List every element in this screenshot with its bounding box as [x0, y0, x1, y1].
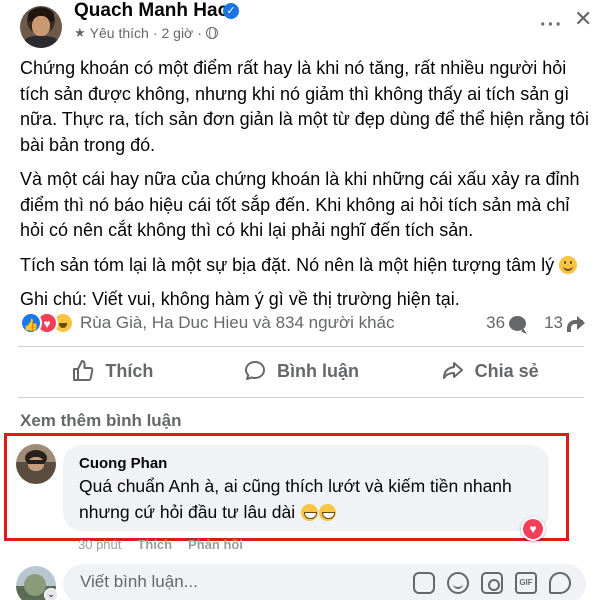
chevron-down-icon[interactable]: ⌄ — [44, 588, 58, 600]
commenter-avatar[interactable] — [16, 444, 56, 484]
comment-meta: 30 phút Thích Phản hồi — [78, 537, 243, 552]
post-paragraph: Chứng khoán có một điểm rất hay là khi n… — [20, 58, 589, 155]
post-actions: Thích Bình luận Chia sẻ — [18, 350, 584, 392]
globe-icon — [205, 26, 218, 39]
comment-text: Quá chuẩn Anh à, ai cũng thích lướt và k… — [79, 473, 539, 525]
comment-icon — [245, 361, 265, 380]
close-icon[interactable]: ✕ — [574, 6, 592, 32]
comment-button-label: Bình luận — [277, 360, 359, 381]
comment-author[interactable]: Cuong Phan — [79, 455, 167, 472]
comment-text-body: Quá chuẩn Anh à, ai cũng thích lướt và k… — [79, 476, 512, 522]
comment-input-placeholder: Viết bình luận... — [80, 572, 198, 591]
avatar-sticker-icon[interactable] — [413, 572, 435, 594]
see-more-comments-link[interactable]: Xem thêm bình luận — [20, 411, 182, 431]
gif-icon[interactable]: GIF — [515, 572, 537, 594]
composer-tools: GIF — [413, 572, 571, 594]
divider — [18, 346, 584, 347]
author-name[interactable]: Quach Manh Hao — [74, 0, 229, 22]
post-paragraph-text: Tích sản tóm lại là một sự bịa đặt. Nó n… — [20, 254, 555, 275]
like-button[interactable]: Thích — [18, 350, 207, 392]
reactions-bar: 👍 ♥ Rùa Già, Ha Duc Hieu và 834 người kh… — [20, 310, 585, 336]
comment-button[interactable]: Bình luận — [207, 350, 396, 392]
post-time[interactable]: 2 giờ — [161, 25, 193, 41]
share-button-label: Chia sẻ — [474, 360, 539, 381]
comment-count[interactable]: 36 — [486, 313, 527, 333]
camera-icon[interactable] — [481, 572, 503, 594]
engagement-counts: 36 13 — [486, 313, 585, 333]
verified-badge-icon: ✓ — [223, 3, 239, 19]
smile-emoji-icon — [559, 255, 578, 274]
thumbs-up-icon — [73, 360, 94, 381]
star-icon: ★ — [74, 25, 86, 40]
heart-icon: ♥ — [523, 519, 543, 539]
grin-emoji-icon — [301, 504, 318, 521]
emoji-icon[interactable] — [447, 572, 469, 594]
grin-emoji-icon — [319, 504, 336, 521]
post-paragraph: Và một cái hay nữa của chứng khoán là kh… — [20, 169, 580, 240]
comment-reply-link[interactable]: Phản hồi — [188, 537, 243, 552]
post-paragraph: Tích sản tóm lại là một sự bịa đặt. Nó n… — [20, 253, 590, 279]
reaction-names[interactable]: Rùa Già, Ha Duc Hieu và 834 người khác — [80, 313, 395, 333]
reaction-icons[interactable]: 👍 ♥ — [20, 312, 74, 334]
meta-separator: · — [152, 25, 158, 41]
divider — [18, 397, 584, 398]
post-meta: ★ Yêu thích · 2 giờ · — [74, 25, 218, 41]
post-header: Quach Manh Hao ✓ ★ Yêu thích · 2 giờ · ·… — [0, 0, 600, 50]
meta-separator-2: · — [197, 25, 202, 41]
favorite-label: Yêu thích — [89, 25, 149, 41]
post-paragraph: Ghi chú: Viết vui, không hàm ý gì về thị… — [20, 289, 460, 309]
comment-count-value: 36 — [486, 313, 506, 332]
like-reaction-icon: 👍 — [20, 312, 42, 334]
share-icon — [442, 362, 463, 379]
share-count-value: 13 — [544, 313, 563, 332]
share-arrow-icon — [567, 316, 585, 332]
like-button-label: Thích — [105, 360, 154, 381]
comment-bubble-icon — [509, 315, 527, 331]
author-avatar[interactable] — [20, 6, 62, 48]
post-text: Chứng khoán có một điểm rất hay là khi n… — [20, 56, 590, 322]
comment-reaction-badge[interactable]: ♥ — [521, 517, 545, 541]
more-options-icon[interactable]: ··· — [540, 14, 563, 37]
comment-time[interactable]: 30 phút — [78, 537, 121, 552]
share-button[interactable]: Chia sẻ — [395, 350, 584, 392]
share-count[interactable]: 13 — [544, 313, 585, 333]
sticker-icon[interactable] — [549, 572, 571, 594]
comment-like-link[interactable]: Thích — [137, 537, 172, 552]
